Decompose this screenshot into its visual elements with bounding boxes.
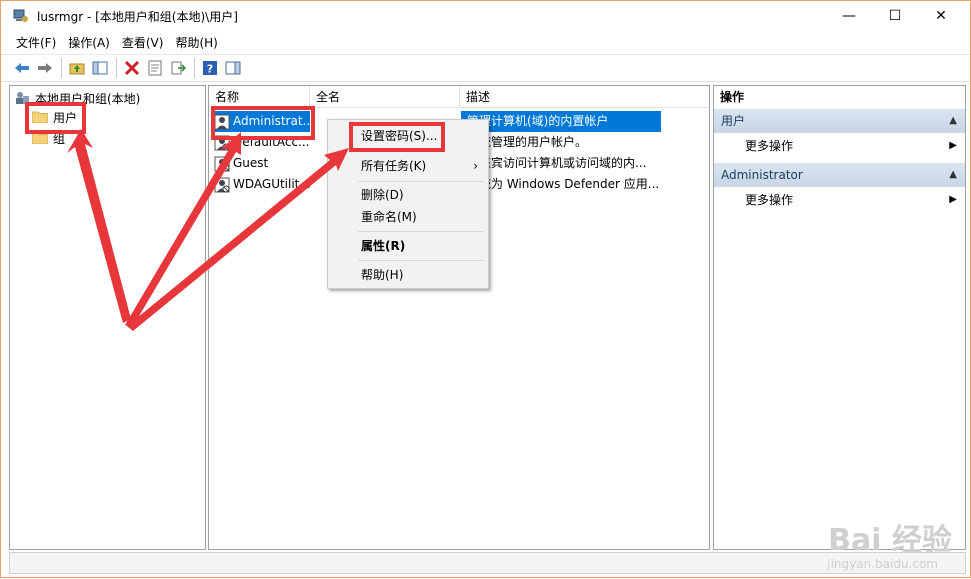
column-header-name[interactable]: 名称 <box>209 86 310 108</box>
back-button[interactable] <box>11 57 33 79</box>
toolbar-separator <box>116 58 117 78</box>
forward-arrow-icon <box>38 63 52 73</box>
help-button[interactable]: ? <box>199 57 221 79</box>
cell-name: DefaultAcc... <box>233 135 310 149</box>
user-icon <box>214 114 230 130</box>
menu-separator <box>358 231 484 232</box>
watermark-logo: Bai 经验 <box>828 523 952 558</box>
action-more-actions-label: 更多操作 <box>745 193 794 207</box>
up-level-button[interactable] <box>66 57 88 79</box>
collapse-caret-icon[interactable]: ▲ <box>949 109 957 133</box>
menu-separator <box>358 260 484 261</box>
users-groups-icon <box>16 92 29 104</box>
actions-section-administrator-label: Administrator <box>721 168 803 182</box>
maximize-button[interactable]: ☐ <box>872 1 918 31</box>
menu-bar: 文件(F) 操作(A) 查看(V) 帮助(H) <box>1 31 970 53</box>
properties-icon <box>148 60 162 76</box>
menu-view[interactable]: 查看(V) <box>117 32 169 53</box>
toolbar-separator <box>194 58 195 78</box>
actions-section-administrator[interactable]: Administrator ▲ <box>714 163 965 187</box>
delete-x-icon <box>124 60 140 76</box>
window-title: lusrmgr - [本地用户和组(本地)\用户] <box>37 9 238 24</box>
export-list-button[interactable] <box>167 57 189 79</box>
properties-button[interactable] <box>144 57 166 79</box>
tree-item-users[interactable]: 用户 <box>32 108 77 126</box>
minimize-button[interactable]: — <box>826 1 872 31</box>
context-menu-all-tasks[interactable]: 所有任务(K) › <box>328 155 488 177</box>
context-menu-help[interactable]: 帮助(H) <box>328 264 488 286</box>
cell-name: Administrat... <box>233 114 313 128</box>
context-menu-all-tasks-label: 所有任务(K) <box>361 159 427 173</box>
console-tree-icon <box>92 61 108 75</box>
action-more-actions-label: 更多操作 <box>745 139 794 153</box>
user-icon <box>214 135 230 151</box>
tree-item-users-label: 用户 <box>53 110 78 125</box>
tree-root[interactable]: 本地用户和组(本地) <box>14 89 140 107</box>
delete-button[interactable] <box>121 57 143 79</box>
cell-description: 系统管理的用户帐户。 <box>467 135 588 149</box>
forward-button[interactable] <box>34 57 56 79</box>
toolbar: ? <box>1 54 970 82</box>
menu-file[interactable]: 文件(F) <box>11 32 61 53</box>
cell-description: 系统为 Windows Defender 应用... <box>467 177 660 191</box>
cell-description: 管理计算机(域)的内置帐户 <box>467 114 609 128</box>
action-more-actions-administrator[interactable]: 更多操作 ▶ <box>714 188 965 212</box>
cell-description: 供来宾访问计算机或访问域的内... <box>467 156 647 170</box>
submenu-arrow-icon: ▶ <box>949 194 957 205</box>
user-icon <box>214 156 230 172</box>
actions-section-users[interactable]: 用户 ▲ <box>714 109 965 133</box>
computer-management-icon <box>13 9 28 22</box>
collapse-caret-icon[interactable]: ▲ <box>949 163 957 187</box>
menu-separator <box>358 181 484 182</box>
cell-name: Guest <box>233 156 269 170</box>
watermark-url: jingyan.baidu.com <box>827 557 938 571</box>
tree-root-label: 本地用户和组(本地) <box>35 91 141 106</box>
status-bar <box>9 552 966 574</box>
context-menu-rename[interactable]: 重命名(M) <box>328 206 488 228</box>
action-pane-icon <box>225 61 241 75</box>
submenu-arrow-icon: ▶ <box>949 140 957 151</box>
export-icon <box>171 61 186 75</box>
mmc-window: lusrmgr - [本地用户和组(本地)\用户] — ☐ ✕ 文件(F) 操作… <box>0 0 971 578</box>
folder-icon <box>32 132 48 144</box>
title-bar: lusrmgr - [本地用户和组(本地)\用户] — ☐ ✕ <box>1 1 970 31</box>
cell-name: WDAGUtilit... <box>233 177 311 191</box>
folder-up-icon <box>69 63 85 75</box>
action-more-actions-users[interactable]: 更多操作 ▶ <box>714 134 965 158</box>
menu-action[interactable]: 操作(A) <box>63 32 115 53</box>
column-header-description[interactable]: 描述 <box>460 86 709 108</box>
close-button[interactable]: ✕ <box>918 1 964 31</box>
actions-pane-title: 操作 <box>714 86 965 108</box>
toolbar-separator <box>61 58 62 78</box>
context-menu: 设置密码(S)... 所有任务(K) › 删除(D) 重命名(M) 属性(R) … <box>327 119 489 289</box>
tree-item-groups-label: 组 <box>53 131 66 146</box>
actions-section-users-label: 用户 <box>721 114 746 128</box>
show-hide-tree-button[interactable] <box>89 57 111 79</box>
context-menu-delete[interactable]: 删除(D) <box>328 184 488 206</box>
console-tree-pane: 本地用户和组(本地) 用户 组 <box>9 85 206 550</box>
tree-item-groups[interactable]: 组 <box>32 129 65 147</box>
context-menu-set-password[interactable]: 设置密码(S)... <box>328 125 488 147</box>
show-action-pane-button[interactable] <box>222 57 244 79</box>
back-arrow-icon <box>15 63 29 73</box>
help-icon: ? <box>203 61 217 76</box>
column-header-fullname[interactable]: 全名 <box>310 86 460 108</box>
list-header: 名称 全名 描述 <box>209 86 709 108</box>
menu-help[interactable]: 帮助(H) <box>170 32 222 53</box>
actions-pane: 操作 用户 ▲ 更多操作 ▶ Administrator ▲ 更多操作 ▶ <box>713 85 966 550</box>
context-menu-properties[interactable]: 属性(R) <box>328 235 488 257</box>
submenu-chevron-icon: › <box>473 159 478 173</box>
user-icon <box>214 177 230 193</box>
folder-icon <box>32 111 48 123</box>
svg-text:?: ? <box>207 63 213 76</box>
